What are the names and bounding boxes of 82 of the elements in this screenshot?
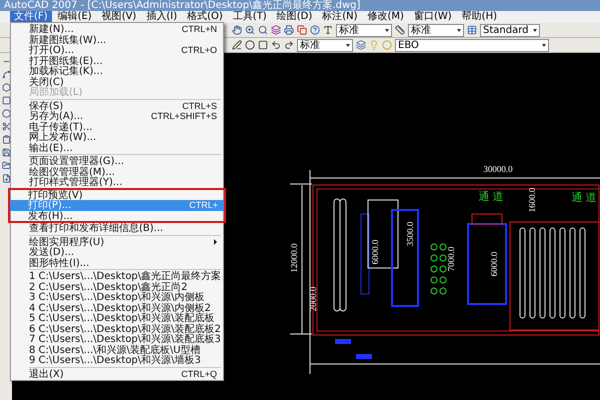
menu-title[interactable]: 窗口(W) bbox=[410, 11, 456, 23]
menu-item[interactable]: 6 C:\Users\...\Desktop\和兴源\装配底板2 bbox=[11, 324, 223, 334]
hand-icon[interactable] bbox=[232, 25, 242, 35]
dimension-label: 12000.0 bbox=[289, 243, 299, 273]
menu-item[interactable]: 新建(N)... CTRL+N bbox=[11, 24, 223, 34]
menu-item[interactable]: 3 C:\Users\...\Desktop\和兴源\内侧板 bbox=[11, 292, 223, 302]
menu-item[interactable]: 7 C:\Users\...\Desktop\和兴源\装配底板3 bbox=[11, 334, 223, 344]
menu-item[interactable]: 页面设置管理器(G)... bbox=[11, 156, 223, 166]
menu-item[interactable]: 网上发布(W)... bbox=[11, 132, 223, 142]
table-style-icon[interactable] bbox=[467, 25, 477, 35]
dimension-label: 7000.0 bbox=[446, 246, 456, 272]
menu-item[interactable]: 新建图纸集(W)... bbox=[11, 34, 223, 45]
submenu-arrow-icon bbox=[214, 238, 217, 245]
menu-item[interactable]: 9 C:\Users\...\Desktop\和兴源\墙板3 bbox=[11, 355, 223, 366]
menu-title[interactable]: 修改(M) bbox=[364, 11, 408, 23]
menu-item[interactable]: 关闭(C) bbox=[11, 76, 223, 87]
printer-icon[interactable] bbox=[284, 25, 294, 35]
menu-item[interactable]: 打印样式管理器(Y)... bbox=[11, 177, 223, 188]
dimension-label: 2000.0 bbox=[308, 286, 318, 312]
layers-icon[interactable] bbox=[271, 25, 281, 35]
rectangle-icon[interactable] bbox=[2, 96, 10, 105]
polyline-icon[interactable] bbox=[2, 70, 10, 79]
table-style-dropdown[interactable]: Standard bbox=[480, 24, 540, 36]
menu-title[interactable]: 绘图(D) bbox=[272, 11, 316, 23]
menu-item[interactable]: 图形特性(I)... bbox=[11, 258, 223, 268]
menu-item[interactable]: 发布(H)... bbox=[10, 210, 224, 221]
text-style-icon[interactable] bbox=[323, 25, 333, 35]
menu-item[interactable]: 2 C:\Users\...\Desktop\鑫光正尚2 bbox=[11, 282, 223, 292]
square-icon[interactable] bbox=[258, 40, 268, 50]
circle-icon[interactable] bbox=[2, 109, 10, 118]
dimension-label: 3500.0 bbox=[405, 222, 415, 246]
menu-item[interactable]: 查看打印和发布详细信息(B)... bbox=[11, 223, 223, 234]
menu-item[interactable]: 5 C:\Users\...\Desktop\和兴源\装配底板 bbox=[11, 313, 223, 324]
menu-item[interactable]: 8 C:\Users\...\和兴源\装配底板\U型槽 bbox=[11, 344, 223, 355]
layer-dropdown[interactable]: EBO bbox=[395, 38, 549, 52]
menu-title[interactable]: 编辑(E) bbox=[54, 11, 96, 23]
menu-item[interactable]: 另存为(A)... CTRL+SHIFT+S bbox=[11, 111, 223, 122]
menu-item[interactable]: 打开图纸集(E)... bbox=[11, 56, 223, 66]
dimension-style-icon[interactable] bbox=[395, 25, 405, 35]
redo-icon[interactable] bbox=[284, 40, 294, 50]
dimension-style-dropdown[interactable]: 标准 bbox=[408, 24, 464, 36]
menu-item[interactable]: 绘图仪管理器(M)... bbox=[11, 166, 223, 177]
clipboard-icon[interactable] bbox=[2, 135, 10, 144]
menu-item[interactable]: 发送(D)... bbox=[11, 247, 223, 258]
menu-title[interactable]: 文件(F) bbox=[10, 11, 52, 23]
menu-title[interactable]: 工具(T) bbox=[228, 11, 271, 23]
menu-item[interactable]: 绘图实用程序(U) bbox=[11, 236, 223, 247]
room-label: 通 道 bbox=[571, 191, 597, 204]
circle-icon[interactable] bbox=[245, 40, 255, 50]
new-file-icon[interactable] bbox=[2, 174, 10, 183]
text-style-dropdown[interactable]: 标准 bbox=[336, 24, 392, 36]
menu-item[interactable]: 打开(O)... CTRL+O bbox=[11, 45, 223, 56]
zoom-icon[interactable] bbox=[245, 25, 255, 35]
menu-item[interactable]: 电子传递(T)... bbox=[11, 122, 223, 132]
undo-icon[interactable] bbox=[271, 40, 281, 50]
dimension-label: 6000.0 bbox=[370, 240, 380, 264]
scissors-icon[interactable] bbox=[2, 122, 10, 131]
menu-item[interactable]: 输出(E)... bbox=[11, 142, 223, 153]
menu-title[interactable]: 标注(N) bbox=[318, 11, 362, 23]
pen-icon[interactable] bbox=[232, 40, 242, 50]
menu-item[interactable]: 4 C:\Users\...\Desktop\和兴源\内侧板2 bbox=[11, 302, 223, 313]
menu-title[interactable]: 帮助(H) bbox=[458, 11, 501, 23]
polygon-icon[interactable] bbox=[2, 83, 10, 92]
room-label: 通 道 bbox=[478, 190, 504, 203]
dimension-label: 30000.0 bbox=[483, 164, 513, 174]
search-icon[interactable] bbox=[258, 25, 268, 35]
folder-icon[interactable] bbox=[2, 161, 10, 170]
copy-icon[interactable] bbox=[297, 25, 307, 35]
menu-title[interactable]: 视图(V) bbox=[98, 11, 140, 23]
dimension-label: 6000.0 bbox=[489, 252, 499, 276]
help-icon[interactable] bbox=[310, 25, 320, 35]
menu-title[interactable]: 插入(I) bbox=[142, 11, 182, 23]
menu-item[interactable]: 加载标记集(K)... bbox=[11, 66, 223, 76]
menu-title[interactable]: 格式(O) bbox=[183, 11, 227, 23]
menu-item[interactable]: 1 C:\Users\...\Desktop\鑫光正尚最终方案 bbox=[11, 271, 223, 282]
menu-item[interactable]: 打印预览(V) bbox=[10, 190, 224, 200]
multileader-style-dropdown[interactable]: 标准 bbox=[297, 38, 353, 52]
menu-item[interactable]: 退出(X) CTRL+Q bbox=[11, 368, 223, 379]
layers-icon[interactable] bbox=[356, 40, 366, 50]
menu-item[interactable]: 保存(S) CTRL+S bbox=[11, 100, 223, 111]
dimension-label: 1600.0 bbox=[527, 188, 537, 212]
save-icon[interactable] bbox=[2, 148, 10, 157]
